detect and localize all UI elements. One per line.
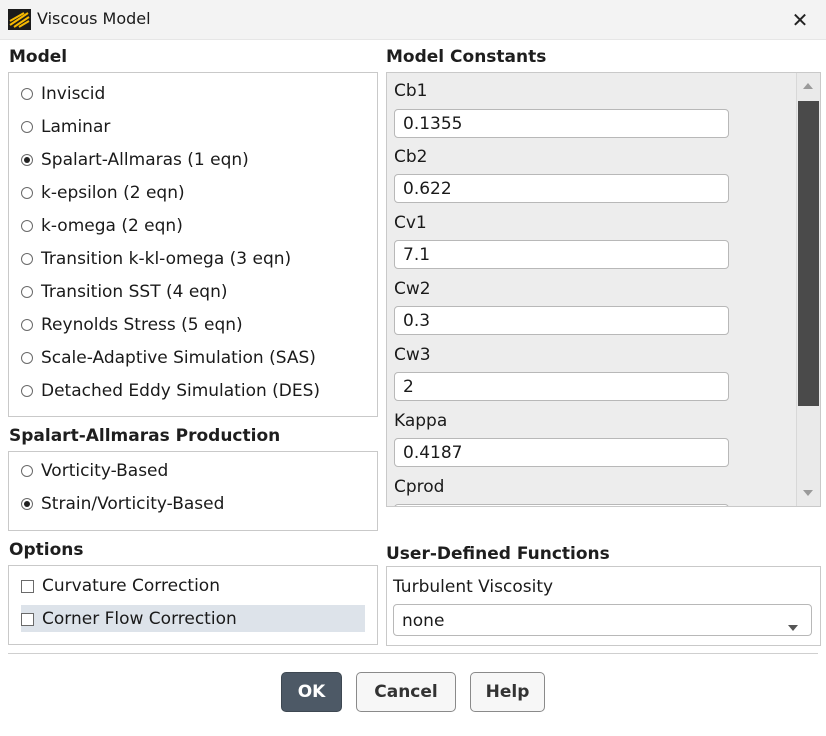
options-panel: Curvature Correction Corner Flow Correct… xyxy=(8,565,378,645)
model-option-label: Inviscid xyxy=(41,84,106,104)
model-option-inviscid[interactable]: Inviscid xyxy=(21,79,105,109)
turbulent-viscosity-label: Turbulent Viscosity xyxy=(393,577,554,597)
radio-icon[interactable] xyxy=(21,319,33,331)
model-option-sas[interactable]: Scale-Adaptive Simulation (SAS) xyxy=(21,343,316,373)
model-option-label: Spalart-Allmaras (1 eqn) xyxy=(41,150,249,170)
checkbox-icon[interactable] xyxy=(21,579,34,593)
constants-section-title: Model Constants xyxy=(386,47,547,67)
constant-input-cb1[interactable]: 0.1355 xyxy=(394,109,729,138)
model-option-spalart-allmaras[interactable]: Spalart-Allmaras (1 eqn) xyxy=(21,145,249,175)
constant-input-cw2[interactable]: 0.3 xyxy=(394,306,729,335)
radio-icon[interactable] xyxy=(21,187,33,199)
constant-input-cv1[interactable]: 7.1 xyxy=(394,240,729,269)
radio-icon[interactable] xyxy=(21,220,33,232)
option-curvature-correction[interactable]: Curvature Correction xyxy=(21,571,220,601)
constant-label-cw3: Cw3 xyxy=(394,345,431,365)
model-option-label: Transition k-kl-omega (3 eqn) xyxy=(41,249,292,269)
model-option-transition-sst[interactable]: Transition SST (4 eqn) xyxy=(21,277,228,307)
production-option-label: Vorticity-Based xyxy=(41,461,169,481)
ok-button[interactable]: OK xyxy=(281,672,342,712)
model-option-label: Reynolds Stress (5 eqn) xyxy=(41,315,243,335)
constant-input-cw3[interactable]: 2 xyxy=(394,372,729,401)
model-option-label: Transition SST (4 eqn) xyxy=(41,282,228,302)
model-option-des[interactable]: Detached Eddy Simulation (DES) xyxy=(21,376,320,406)
footer-separator xyxy=(8,653,818,654)
constants-scroll-panel[interactable]: Cb1 0.1355 Cb2 0.622 Cv1 7.1 Cw2 0.3 Cw3… xyxy=(386,72,821,507)
model-option-k-epsilon[interactable]: k-epsilon (2 eqn) xyxy=(21,178,185,208)
constant-input-cprod[interactable] xyxy=(394,504,729,506)
chevron-down-icon xyxy=(787,617,799,636)
app-icon xyxy=(8,9,31,30)
vertical-scrollbar[interactable] xyxy=(796,73,820,506)
constant-label-cv1: Cv1 xyxy=(394,213,427,233)
model-option-transition-k-kl-omega[interactable]: Transition k-kl-omega (3 eqn) xyxy=(21,244,291,274)
constant-label-cb1: Cb1 xyxy=(394,81,428,101)
option-label: Corner Flow Correction xyxy=(42,609,237,629)
production-option-strain-vorticity[interactable]: Strain/Vorticity-Based xyxy=(21,489,224,519)
model-option-label: Detached Eddy Simulation (DES) xyxy=(41,381,321,401)
turbulent-viscosity-dropdown[interactable]: none xyxy=(393,604,812,636)
model-option-label: Laminar xyxy=(41,117,111,137)
window-title: Viscous Model xyxy=(37,9,151,28)
scroll-up-arrow-icon[interactable] xyxy=(797,73,819,99)
model-option-label: k-epsilon (2 eqn) xyxy=(41,183,185,203)
model-section-title: Model xyxy=(9,47,68,67)
model-panel: Inviscid Laminar Spalart-Allmaras (1 eqn… xyxy=(8,72,378,417)
options-section-title: Options xyxy=(9,540,84,560)
option-label: Curvature Correction xyxy=(42,576,220,596)
model-option-label: Scale-Adaptive Simulation (SAS) xyxy=(41,348,316,368)
model-option-laminar[interactable]: Laminar xyxy=(21,112,110,142)
model-option-label: k-omega (2 eqn) xyxy=(41,216,183,236)
radio-icon[interactable] xyxy=(21,286,33,298)
radio-icon[interactable] xyxy=(21,253,33,265)
scroll-thumb[interactable] xyxy=(798,101,819,406)
radio-icon[interactable] xyxy=(21,88,33,100)
option-corner-flow-correction[interactable]: Corner Flow Correction xyxy=(21,604,237,634)
production-option-vorticity[interactable]: Vorticity-Based xyxy=(21,456,168,486)
constant-label-cprod: Cprod xyxy=(394,477,445,497)
help-button[interactable]: Help xyxy=(470,672,545,712)
radio-selected-icon[interactable] xyxy=(21,498,33,510)
radio-icon[interactable] xyxy=(21,121,33,133)
constant-label-cb2: Cb2 xyxy=(394,147,428,167)
dropdown-value: none xyxy=(402,611,445,631)
constant-label-kappa: Kappa xyxy=(394,411,448,431)
model-option-reynolds-stress[interactable]: Reynolds Stress (5 eqn) xyxy=(21,310,243,340)
constant-input-kappa[interactable]: 0.4187 xyxy=(394,438,729,467)
checkbox-icon[interactable] xyxy=(21,612,34,626)
udf-section-title: User-Defined Functions xyxy=(386,544,610,564)
radio-icon[interactable] xyxy=(21,352,33,364)
production-panel: Vorticity-Based Strain/Vorticity-Based xyxy=(8,451,378,531)
production-section-title: Spalart-Allmaras Production xyxy=(9,426,281,446)
scroll-down-arrow-icon[interactable] xyxy=(797,480,819,506)
production-option-label: Strain/Vorticity-Based xyxy=(41,494,225,514)
close-icon[interactable]: ✕ xyxy=(786,7,814,33)
radio-icon[interactable] xyxy=(21,385,33,397)
constant-input-cb2[interactable]: 0.622 xyxy=(394,174,729,203)
model-option-k-omega[interactable]: k-omega (2 eqn) xyxy=(21,211,183,241)
cancel-button[interactable]: Cancel xyxy=(356,672,456,712)
constant-label-cw2: Cw2 xyxy=(394,279,431,299)
radio-selected-icon[interactable] xyxy=(21,154,33,166)
radio-icon[interactable] xyxy=(21,465,33,477)
